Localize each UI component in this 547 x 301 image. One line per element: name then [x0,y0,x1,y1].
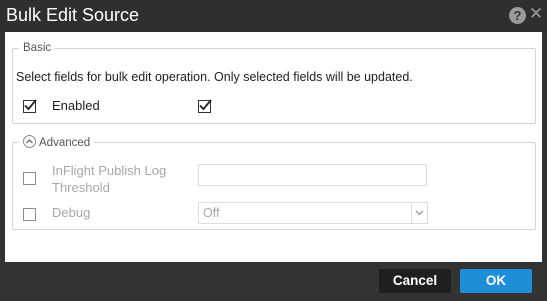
threshold-input[interactable] [198,164,427,186]
advanced-section-toggle[interactable]: Advanced [19,135,94,150]
debug-label: Debug [52,205,91,220]
checkmark-icon [199,99,212,111]
bulk-edit-source-dialog: Bulk Edit Source ? ✕ Basic Select fields… [0,0,547,301]
checkmark-icon [24,99,37,111]
dialog-titlebar: Bulk Edit Source ? ✕ [0,0,547,32]
threshold-label-line2: Threshold [52,180,110,195]
advanced-section-legend: Advanced [39,137,91,149]
dialog-title: Bulk Edit Source [6,5,140,25]
enabled-value-checkbox[interactable] [198,99,212,113]
collapse-chevron-up-icon[interactable] [23,135,36,148]
bulk-edit-description: Select fields for bulk edit operation. O… [16,70,413,84]
cancel-button[interactable]: Cancel [379,269,451,293]
dialog-body: Basic Select fields for bulk edit operat… [5,32,542,262]
enabled-select-checkbox[interactable] [23,99,37,113]
basic-section-legend: Basic [23,42,52,54]
threshold-select-checkbox[interactable] [23,172,36,185]
chevron-down-icon[interactable] [411,203,427,223]
ok-button[interactable]: OK [460,269,532,293]
debug-select-value: Off [203,206,220,220]
threshold-label-line1: InFlight Publish Log [52,163,167,178]
debug-select[interactable]: Off [198,202,428,224]
threshold-label: InFlight Publish Log Threshold [52,162,166,196]
enabled-label: Enabled [52,98,100,113]
close-icon[interactable]: ✕ [528,5,544,23]
help-icon[interactable]: ? [509,7,526,24]
debug-select-checkbox[interactable] [23,208,36,221]
